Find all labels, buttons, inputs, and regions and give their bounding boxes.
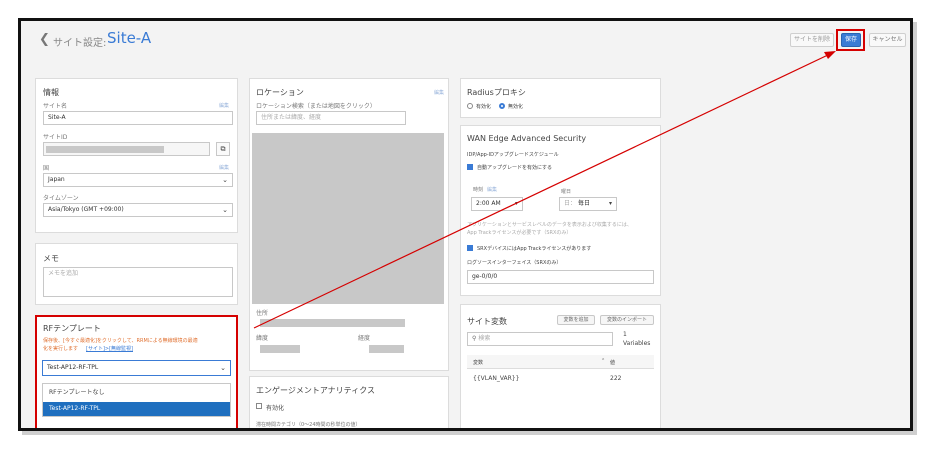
page-title-prefix: サイト設定: xyxy=(53,38,107,49)
location-edit-link[interactable]: 編集 xyxy=(434,89,444,96)
site-variables-card: サイト変数 変数を追加 変数のインポート ⚲ 検索 1 Variables 変数… xyxy=(460,304,661,428)
variables-table-header: 変数 ⌃ 値 xyxy=(467,355,654,369)
timezone-value: Asia/Tokyo (GMT +09:00) xyxy=(48,206,124,213)
country-label: 国 xyxy=(43,165,50,172)
longitude-value-redacted xyxy=(369,345,404,353)
delete-site-button[interactable]: サイトを削除 xyxy=(790,33,834,47)
time-value: 2:00 AM xyxy=(476,200,501,207)
add-variable-button[interactable]: 変数を追加 xyxy=(557,315,595,325)
radius-disable-radio[interactable] xyxy=(499,103,505,109)
srx-license-checkbox[interactable] xyxy=(467,245,473,251)
import-variables-button[interactable]: 変数のインポート xyxy=(600,315,654,325)
variables-search-input[interactable]: ⚲ 検索 xyxy=(467,332,613,346)
info-title: 情報 xyxy=(43,88,59,97)
frame-shadow-right xyxy=(913,22,917,435)
caret-down-icon: ▾ xyxy=(608,200,612,207)
memo-title: メモ xyxy=(43,254,59,263)
country-edit-link[interactable]: 編集 xyxy=(219,164,229,171)
radius-card: Radiusプロキシ 有効化 無効化 xyxy=(460,78,661,118)
chevron-left-icon[interactable]: ❮ xyxy=(39,32,50,47)
site-name-input[interactable]: Site-A xyxy=(43,111,233,125)
latitude-value-redacted xyxy=(260,345,300,353)
day-value: 毎日 xyxy=(577,200,590,207)
variables-count-unit: Variables xyxy=(623,340,651,347)
map-area[interactable] xyxy=(252,133,444,304)
chevron-down-icon: ⌄ xyxy=(222,176,228,184)
site-name-edit-link[interactable]: 編集 xyxy=(219,102,229,109)
variables-search-placeholder: 検索 xyxy=(478,335,491,342)
caret-down-icon: ▾ xyxy=(514,200,518,207)
radius-enable-label: 有効化 xyxy=(476,104,492,110)
radius-disable-label: 無効化 xyxy=(508,104,524,110)
country-value: Japan xyxy=(48,176,65,183)
time-label: 時刻 xyxy=(473,187,484,193)
address-value-redacted xyxy=(260,319,405,327)
sort-icon[interactable]: ⌃ xyxy=(601,358,605,364)
variables-count: 1 xyxy=(623,331,627,338)
dwell-category-label: 滞在時間カテゴリ（0〜24時間の秒単位の値） xyxy=(256,422,361,428)
site-vars-title: サイト変数 xyxy=(467,317,507,326)
cancel-button[interactable]: キャンセル xyxy=(869,33,906,47)
country-select[interactable]: Japan ⌄ xyxy=(43,173,233,187)
copy-icon[interactable]: ⧉ xyxy=(216,142,230,156)
site-id-label: サイトID xyxy=(43,134,68,141)
day-label: 曜日 xyxy=(561,189,572,195)
day-prefix: 日： xyxy=(564,200,577,207)
log-interface-input[interactable]: ge-0/0/0 xyxy=(467,270,654,284)
srx-license-label: SRXデバイスにはApp Trackライセンスがあります xyxy=(477,246,592,252)
auto-upgrade-label: 自動アップグレードを有効にする xyxy=(477,165,553,171)
engagement-card: エンゲージメントアナリティクス 有効化 滞在時間カテゴリ（0〜24時間の秒単位の… xyxy=(249,376,449,428)
col-variable-header[interactable]: 変数 xyxy=(473,359,483,366)
time-select[interactable]: 2:00 AM ▾ xyxy=(471,197,523,211)
variable-name-cell: {{VLAN_VAR}} xyxy=(473,375,520,382)
app-track-hint-line1: アプリケーションとサービスレベルのデータを表示および収集するには、 xyxy=(467,222,632,228)
memo-card: メモ メモを追加 xyxy=(35,243,238,305)
location-card: ロケーション 編集 ロケーション検索（または地図をクリック） 住所または緯度、経… xyxy=(249,78,449,371)
table-row[interactable]: {{VLAN_VAR}} 222 xyxy=(467,372,654,386)
wan-security-card: WAN Edge Advanced Security IDP/App-IDアップ… xyxy=(460,125,661,296)
chevron-down-icon: ⌄ xyxy=(222,206,228,214)
idp-schedule-label: IDP/App-IDアップグレードスケジュール xyxy=(467,152,559,158)
auto-upgrade-checkbox[interactable] xyxy=(467,164,473,170)
page-header: ❮ サイト設定: Site-A サイトを削除 保存 キャンセル xyxy=(21,21,910,61)
app-track-hint-line2: App Trackライセンスが必要です（SRXのみ） xyxy=(467,230,572,236)
location-title: ロケーション xyxy=(256,88,304,97)
location-search-label: ロケーション検索（または地図をクリック） xyxy=(256,103,376,110)
engagement-title: エンゲージメントアナリティクス xyxy=(256,386,375,395)
log-interface-label: ログソースインターフェイス（SRXのみ） xyxy=(467,260,562,266)
site-id-field xyxy=(43,142,210,156)
latitude-label: 緯度 xyxy=(256,335,269,342)
save-highlight-box xyxy=(836,29,865,51)
location-search-input[interactable]: 住所または緯度、経度 xyxy=(256,111,406,125)
page-title: Site-A xyxy=(107,29,152,47)
radius-enable-radio[interactable] xyxy=(467,103,473,109)
site-id-redacted xyxy=(46,146,164,153)
info-card: 情報 サイト名 編集 Site-A サイトID ⧉ 国 編集 Japan ⌄ タ… xyxy=(35,78,238,233)
col-value-header[interactable]: 値 xyxy=(610,359,615,366)
frame-shadow-bottom xyxy=(22,431,917,435)
rf-highlight-box xyxy=(35,315,238,428)
longitude-label: 経度 xyxy=(358,335,371,342)
search-icon: ⚲ xyxy=(472,335,477,342)
engagement-enable-label: 有効化 xyxy=(266,405,285,412)
day-select[interactable]: 日： 毎日 ▾ xyxy=(559,197,617,211)
wan-title: WAN Edge Advanced Security xyxy=(467,134,587,143)
timezone-label: タイムゾーン xyxy=(43,195,79,202)
address-label: 住所 xyxy=(256,310,269,317)
variable-value-cell: 222 xyxy=(610,375,622,382)
screenshot-frame: ❮ サイト設定: Site-A サイトを削除 保存 キャンセル 情報 サイト名 … xyxy=(18,18,913,431)
memo-input[interactable]: メモを追加 xyxy=(43,267,233,297)
site-name-label: サイト名 xyxy=(43,103,68,110)
time-edit-link[interactable]: 編集 xyxy=(487,186,497,193)
radius-title: Radiusプロキシ xyxy=(467,88,526,97)
engagement-enable-checkbox[interactable] xyxy=(256,403,262,409)
timezone-select[interactable]: Asia/Tokyo (GMT +09:00) ⌄ xyxy=(43,203,233,217)
